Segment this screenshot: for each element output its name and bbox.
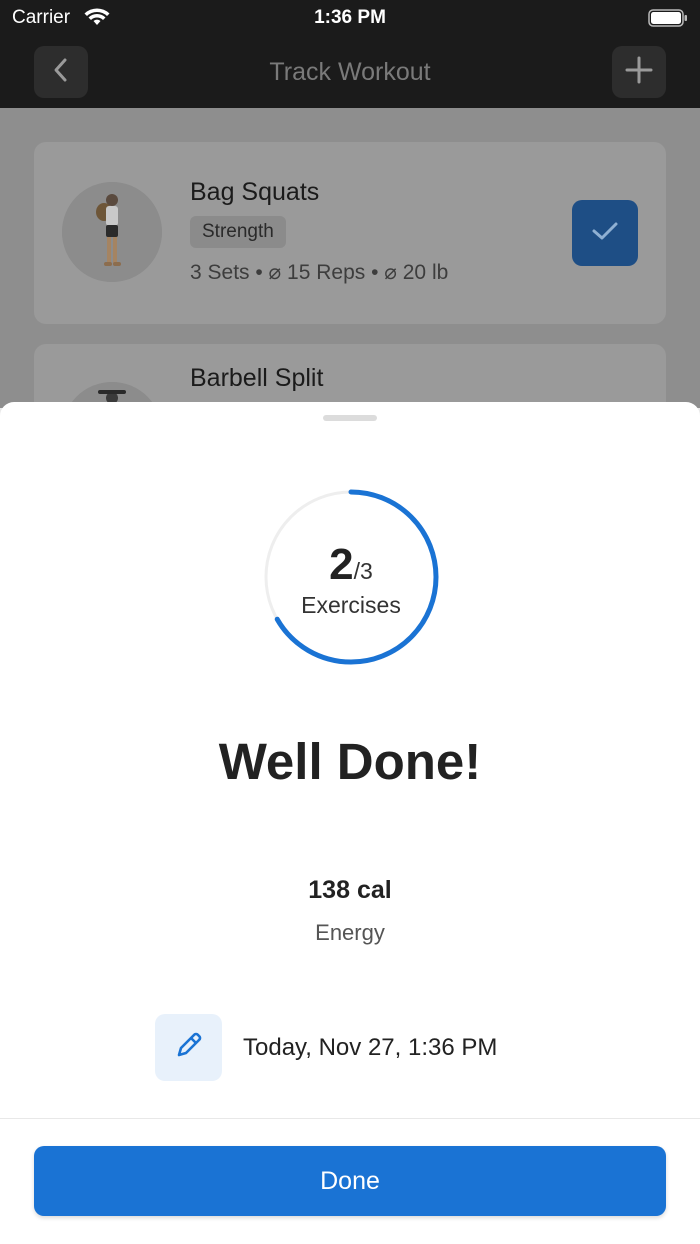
checkmark-icon	[590, 219, 620, 248]
category-tag: Strength	[190, 216, 286, 248]
battery-icon	[648, 9, 688, 27]
progress-count: 2/3	[263, 540, 439, 590]
workout-summary-sheet: 2/3 Exercises Well Done! 138 cal Energy …	[0, 402, 700, 1244]
workout-datetime[interactable]: Today, Nov 27, 1:36 PM	[243, 1034, 497, 1062]
status-bar: Carrier 1:36 PM	[0, 0, 700, 36]
divider	[0, 1118, 700, 1119]
nav-bar: Track Workout	[0, 36, 700, 108]
complete-checkbox[interactable]	[572, 200, 638, 266]
exercise-meta: 3 Sets • ⌀ 15 Reps • ⌀ 20 lb	[190, 261, 449, 284]
status-time: 1:36 PM	[314, 7, 386, 28]
exercise-thumbnail	[62, 182, 162, 282]
exercise-card[interactable]: Bag Squats Strength 3 Sets • ⌀ 15 Reps •…	[34, 142, 666, 324]
plus-icon	[625, 56, 653, 89]
edit-datetime-button[interactable]	[155, 1014, 222, 1081]
exercise-title: Bag Squats	[190, 178, 320, 206]
progress-label: Exercises	[301, 592, 401, 618]
page-title: Track Workout	[269, 58, 431, 86]
add-exercise-button[interactable]	[612, 46, 666, 98]
headline: Well Done!	[218, 733, 482, 790]
completed-count: 2	[329, 540, 354, 589]
energy-label: Energy	[315, 920, 385, 945]
exercise-card[interactable]: Barbell Split	[34, 344, 666, 408]
workout-list: Bag Squats Strength 3 Sets • ⌀ 15 Reps •…	[0, 108, 700, 408]
total-count: /3	[353, 558, 373, 584]
energy-value: 138 cal	[308, 876, 392, 904]
exercise-title: Barbell Split	[190, 364, 324, 392]
pencil-icon	[173, 1029, 205, 1066]
sheet-grabber[interactable]	[323, 415, 377, 421]
done-button[interactable]: Done	[34, 1146, 666, 1216]
